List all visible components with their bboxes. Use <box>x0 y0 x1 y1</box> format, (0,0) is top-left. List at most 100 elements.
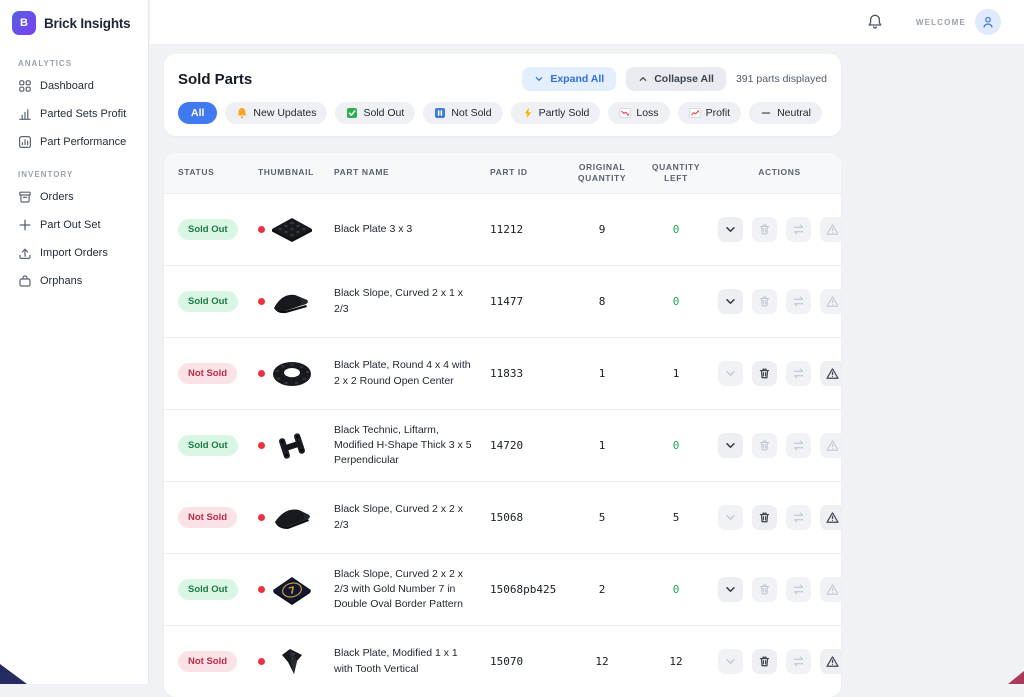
sidebar-item-part-performance[interactable]: Part Performance <box>0 128 148 156</box>
warning-button[interactable] <box>820 505 841 530</box>
chart-box-icon <box>18 135 32 149</box>
warning-triangle-icon <box>826 655 839 668</box>
column-header-quantity-left: QUANTITY LEFT <box>634 162 718 185</box>
status-dot-icon <box>258 586 265 593</box>
sold-parts-toolbar: Sold Parts Expand All Collapse All 391 p… <box>164 54 841 136</box>
original-quantity: 8 <box>570 295 634 308</box>
user-avatar[interactable] <box>975 9 1001 35</box>
warning-button[interactable] <box>820 361 841 386</box>
expand-all-button[interactable]: Expand All <box>522 67 616 91</box>
part-thumbnail-slope-curved-2x2 <box>269 503 315 533</box>
briefcase-icon <box>18 274 32 288</box>
quantity-left: 1 <box>634 367 718 380</box>
part-name: Black Slope, Curved 2 x 2 x 2/3 with Gol… <box>334 567 490 613</box>
filter-chip-partly-sold[interactable]: Partly Sold <box>511 102 601 124</box>
sidebar-item-label: Part Out Set <box>40 219 101 231</box>
sidebar-item-import-orders[interactable]: Import Orders <box>0 239 148 267</box>
expand-row-button[interactable] <box>718 289 743 314</box>
filter-chip-all[interactable]: All <box>178 102 217 124</box>
status-dot-icon <box>258 226 265 233</box>
warning-triangle-icon <box>826 439 839 452</box>
trash-icon <box>758 655 771 668</box>
filter-chip-not-sold[interactable]: Not Sold <box>423 102 502 124</box>
trash-icon <box>758 583 771 596</box>
sidebar-item-orphans[interactable]: Orphans <box>0 267 148 295</box>
pause-square-icon <box>434 107 446 119</box>
quantity-left: 0 <box>634 295 718 308</box>
delete-row-button[interactable] <box>752 505 777 530</box>
filter-chip-profit[interactable]: Profit <box>678 102 742 124</box>
status-dot-icon <box>258 442 265 449</box>
sold-parts-table: STATUS THUMBNAIL PART NAME PART ID ORIGI… <box>164 153 841 697</box>
user-icon <box>981 15 995 29</box>
swap-arrows-icon <box>792 295 805 308</box>
filter-chips: All New Updates Sold Out Not Sold Partly… <box>178 102 827 124</box>
status-badge: Sold Out <box>178 291 238 312</box>
warning-button[interactable] <box>820 649 841 674</box>
filter-chip-sold-out[interactable]: Sold Out <box>335 102 415 124</box>
sidebar-item-label: Orders <box>40 191 74 203</box>
transfer-button <box>786 289 811 314</box>
delete-row-button[interactable] <box>752 649 777 674</box>
sidebar-item-dashboard[interactable]: Dashboard <box>0 72 148 100</box>
transfer-button <box>786 217 811 242</box>
delete-row-button <box>752 577 777 602</box>
logo-icon: B <box>12 11 36 35</box>
parts-displayed-count: 391 parts displayed <box>736 73 827 85</box>
expand-row-button[interactable] <box>718 577 743 602</box>
table-row: Sold Out Black Slope, Curved 2 x 2 x 2/3… <box>164 553 841 625</box>
part-name: Black Slope, Curved 2 x 2 x 2/3 <box>334 502 490 532</box>
sidebar-item-label: Part Performance <box>40 136 126 148</box>
original-quantity: 12 <box>570 655 634 668</box>
chevron-up-icon <box>638 74 648 84</box>
plus-icon <box>18 218 32 232</box>
notifications-bell-icon[interactable] <box>866 13 884 31</box>
app-logo[interactable]: B Brick Insights <box>0 0 148 45</box>
collapse-all-button[interactable]: Collapse All <box>626 67 726 91</box>
trash-icon <box>758 223 771 236</box>
table-row: Sold Out Black Slope, Curved 2 x 1 x 2/3… <box>164 265 841 337</box>
quantity-left: 0 <box>634 223 718 236</box>
table-row: Not Sold Black Slope, Curved 2 x 2 x 2/3… <box>164 481 841 553</box>
expand-row-button[interactable] <box>718 217 743 242</box>
sidebar-item-parted-sets-profit[interactable]: Parted Sets Profit <box>0 100 148 128</box>
sidebar-section-inventory: INVENTORY Orders Part Out Set Import Ord… <box>0 170 148 295</box>
filter-chip-neutral[interactable]: Neutral <box>749 102 822 124</box>
transfer-button <box>786 505 811 530</box>
part-thumbnail-liftarm-h <box>269 431 315 461</box>
part-id: 11212 <box>490 223 570 236</box>
chevron-down-icon <box>724 367 737 380</box>
delete-row-button <box>752 433 777 458</box>
swap-arrows-icon <box>792 367 805 380</box>
sidebar-item-label: Orphans <box>40 275 82 287</box>
trash-icon <box>758 367 771 380</box>
sidebar-item-part-out-set[interactable]: Part Out Set <box>0 211 148 239</box>
bell-icon <box>236 107 248 119</box>
swap-arrows-icon <box>792 223 805 236</box>
column-header-status: STATUS <box>164 167 258 178</box>
status-badge: Sold Out <box>178 435 238 456</box>
sidebar-item-label: Import Orders <box>40 247 108 259</box>
chevron-down-icon <box>724 511 737 524</box>
sidebar-item-orders[interactable]: Orders <box>0 183 148 211</box>
swap-arrows-icon <box>792 439 805 452</box>
filter-chip-loss[interactable]: Loss <box>608 102 669 124</box>
part-id: 11477 <box>490 295 570 308</box>
table-row: Sold Out Black Plate 3 x 3 11212 9 0 <box>164 193 841 265</box>
warning-triangle-icon <box>826 223 839 236</box>
status-badge: Sold Out <box>178 579 238 600</box>
upload-icon <box>18 246 32 260</box>
warning-triangle-icon <box>826 295 839 308</box>
quantity-left: 0 <box>634 583 718 596</box>
quantity-left: 0 <box>634 439 718 452</box>
transfer-button <box>786 433 811 458</box>
swap-arrows-icon <box>792 583 805 596</box>
transfer-button <box>786 649 811 674</box>
filter-chip-new-updates[interactable]: New Updates <box>225 102 327 124</box>
expand-row-button[interactable] <box>718 433 743 458</box>
status-dot-icon <box>258 298 265 305</box>
part-thumbnail-round-plate <box>269 359 315 389</box>
minus-icon <box>760 107 772 119</box>
delete-row-button[interactable] <box>752 361 777 386</box>
original-quantity: 1 <box>570 367 634 380</box>
